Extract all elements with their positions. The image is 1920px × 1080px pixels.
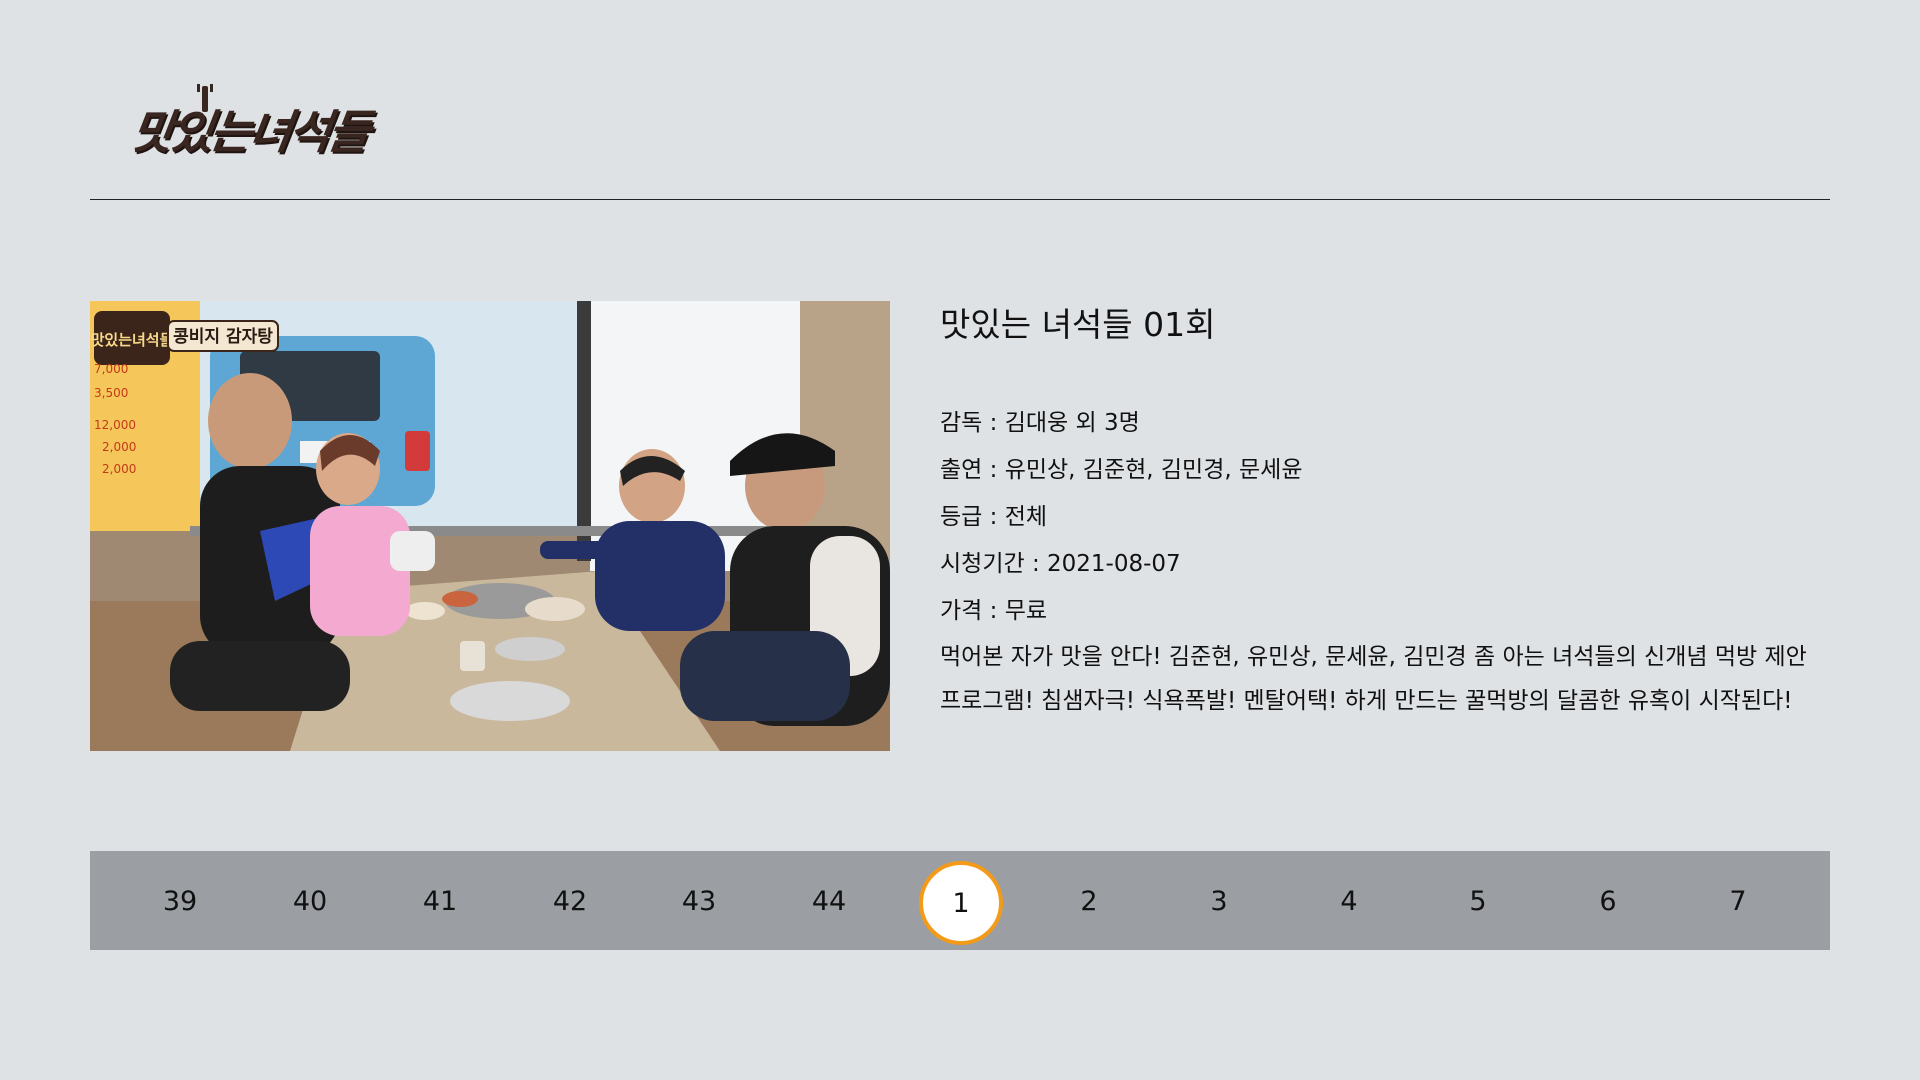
episode-selector: 39 40 41 42 43 44 1 2 3 4 5 6 7 — [90, 851, 1830, 950]
svg-text:12,000: 12,000 — [94, 418, 136, 432]
episode-item[interactable]: 43 — [659, 863, 739, 939]
episode-item[interactable]: 7 — [1698, 863, 1778, 939]
meta-period: 시청기간 : 2021-08-07 — [940, 551, 1181, 577]
program-description: 먹어본 자가 맛을 안다! 김준현, 유민상, 문세윤, 김민경 좀 아는 녀석… — [940, 644, 1807, 714]
episode-thumbnail[interactable]: 맛있는녀석들 콩비지 감자탕 7,000 3,500 12,000 2,000 … — [90, 301, 890, 751]
thumbnail-scene: 맛있는녀석들 콩비지 감자탕 7,000 3,500 12,000 2,000 … — [90, 301, 890, 751]
meta-price: 가격 : 무료 — [940, 598, 1048, 624]
svg-text:3,500: 3,500 — [94, 386, 128, 400]
episode-item[interactable]: 39 — [140, 863, 220, 939]
program-info: 맛있는 녀석들 01회 감독 : 김대웅 외 3명 출연 : 유민상, 김준현,… — [940, 300, 1830, 723]
episode-item-selected[interactable]: 1 — [919, 861, 1003, 945]
meta-director: 감독 : 김대웅 외 3명 — [940, 410, 1140, 436]
episode-item[interactable]: 41 — [400, 863, 480, 939]
program-title: 맛있는 녀석들 01회 — [940, 305, 1216, 344]
episode-item[interactable]: 5 — [1438, 863, 1518, 939]
svg-text:2,000: 2,000 — [102, 462, 136, 476]
svg-text:콩비지 감자탕: 콩비지 감자탕 — [173, 327, 273, 347]
meta-cast: 출연 : 유민상, 김준현, 김민경, 문세윤 — [940, 457, 1303, 483]
episode-item[interactable]: 3 — [1179, 863, 1259, 939]
meta-rating: 등급 : 전체 — [940, 504, 1048, 530]
logo-text: 맛있는녀석들 — [127, 105, 372, 159]
svg-text:2,000: 2,000 — [102, 440, 136, 454]
episode-item[interactable]: 4 — [1309, 863, 1389, 939]
svg-text:7,000: 7,000 — [94, 362, 128, 376]
episode-item[interactable]: 42 — [530, 863, 610, 939]
episode-item[interactable]: 44 — [789, 863, 869, 939]
header-divider — [90, 199, 1830, 200]
logo: 맛있는녀석들 — [126, 84, 371, 166]
episode-item[interactable]: 40 — [270, 863, 350, 939]
svg-text:맛있는녀석들: 맛있는녀석들 — [91, 331, 174, 349]
episode-item[interactable]: 2 — [1049, 863, 1129, 939]
episode-item[interactable]: 6 — [1568, 863, 1648, 939]
